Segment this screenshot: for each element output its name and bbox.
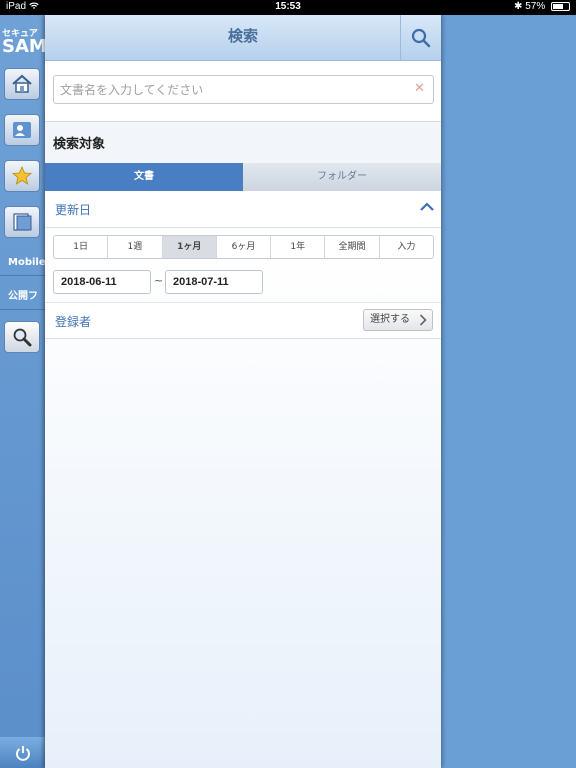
home-icon bbox=[12, 74, 32, 93]
power-button[interactable] bbox=[0, 737, 46, 768]
battery-icon bbox=[551, 1, 570, 11]
sidebar-item-public-folder[interactable]: 公開フ bbox=[0, 284, 46, 310]
brand-logo: セキュア SAMI bbox=[2, 29, 46, 57]
execute-search-button[interactable] bbox=[400, 15, 441, 60]
page-title: 検索 bbox=[227, 27, 258, 45]
tab-folders[interactable]: フォルダー bbox=[243, 163, 441, 191]
date-separator: ~ bbox=[154, 274, 164, 287]
favorites-button[interactable] bbox=[4, 160, 40, 192]
update-date-row[interactable]: 更新日 bbox=[45, 191, 441, 228]
clock: 15:53 bbox=[275, 1, 301, 12]
document-icon bbox=[13, 213, 32, 231]
registrant-row: 登録者 選択する bbox=[45, 302, 441, 339]
update-date-label: 更新日 bbox=[55, 203, 92, 217]
search-field: ✕ bbox=[53, 75, 434, 104]
search-target-label: 検索対象 bbox=[53, 137, 106, 152]
date-from-field[interactable]: 2018-06-11 bbox=[53, 270, 151, 294]
period-all[interactable]: 全期間 bbox=[325, 236, 380, 258]
search-button[interactable] bbox=[4, 321, 40, 353]
tab-documents[interactable]: 文書 bbox=[45, 163, 243, 191]
date-to-field[interactable]: 2018-07-11 bbox=[165, 270, 263, 294]
chevron-up-icon[interactable] bbox=[419, 199, 435, 215]
home-button[interactable] bbox=[4, 68, 40, 100]
period-1-year[interactable]: 1年 bbox=[271, 236, 326, 258]
search-icon bbox=[411, 28, 431, 47]
clear-icon[interactable]: ✕ bbox=[414, 81, 425, 96]
documents-button[interactable] bbox=[4, 206, 40, 238]
user-icon bbox=[13, 122, 31, 138]
main-content-background bbox=[440, 15, 576, 768]
period-1-day[interactable]: 1日 bbox=[54, 236, 109, 258]
battery-status: ✱ 57% bbox=[514, 1, 570, 12]
bluetooth-icon: ✱ bbox=[514, 1, 523, 12]
chevron-right-icon bbox=[419, 314, 427, 326]
period-1-week[interactable]: 1週 bbox=[108, 236, 163, 258]
search-panel: 検索 ✕ 検索対象 文書 フォルダー 更新日 1日 1週 1ヶ月 6ヶ月 1年 … bbox=[45, 15, 441, 768]
select-registrant-button[interactable]: 選択する bbox=[363, 309, 433, 331]
user-button[interactable] bbox=[4, 114, 40, 146]
status-bar: iPad 15:53 ✱ 57% bbox=[0, 0, 576, 15]
search-input[interactable] bbox=[54, 76, 410, 103]
power-icon bbox=[16, 745, 30, 761]
select-button-label: 選択する bbox=[370, 314, 410, 325]
magnifier-icon bbox=[13, 328, 32, 347]
period-1-month[interactable]: 1ヶ月 bbox=[162, 236, 217, 258]
period-custom-input[interactable]: 入力 bbox=[380, 236, 433, 258]
star-icon bbox=[11, 166, 33, 185]
period-6-months[interactable]: 6ヶ月 bbox=[217, 236, 272, 258]
sidebar-item-mobile[interactable]: Mobile bbox=[0, 250, 46, 276]
search-target-tabs: 文書 フォルダー bbox=[45, 163, 441, 191]
registrant-label: 登録者 bbox=[55, 315, 92, 329]
period-selector: 1日 1週 1ヶ月 6ヶ月 1年 全期間 入力 bbox=[53, 235, 434, 259]
nav-bar: 検索 bbox=[45, 15, 441, 61]
